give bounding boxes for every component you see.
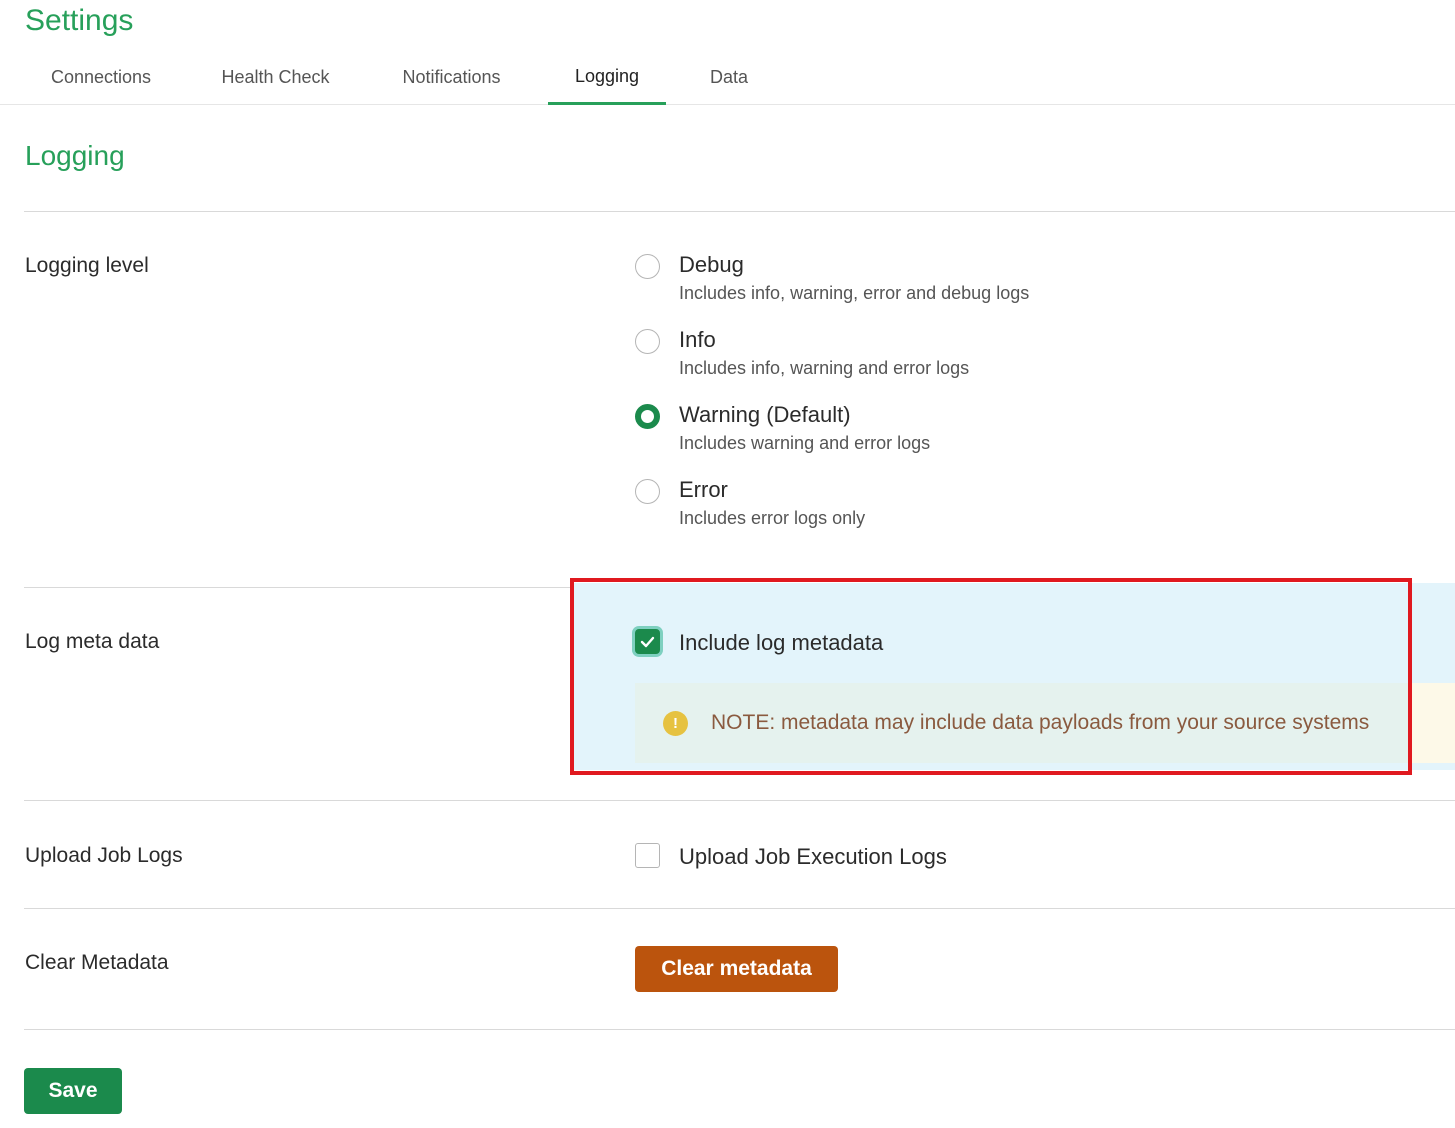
tab-connections[interactable]: Connections bbox=[25, 50, 177, 105]
upload-job-execution-logs-label[interactable]: Upload Job Execution Logs bbox=[679, 844, 947, 870]
radio-warning-description: Includes warning and error logs bbox=[679, 433, 931, 453]
radio-warning-title: Warning (Default) bbox=[679, 402, 851, 427]
radio-warning[interactable] bbox=[635, 404, 660, 429]
logging-level-label: Logging level bbox=[25, 254, 149, 277]
radio-debug-description: Includes info, warning, error and debug … bbox=[679, 283, 1030, 303]
save-button[interactable]: Save bbox=[24, 1068, 122, 1114]
radio-info[interactable] bbox=[635, 329, 660, 354]
tab-health-check[interactable]: Health Check bbox=[198, 50, 353, 105]
log-meta-label: Log meta data bbox=[25, 630, 160, 653]
page-title: Settings bbox=[25, 4, 134, 37]
radio-error[interactable] bbox=[635, 479, 660, 504]
tab-logging[interactable]: Logging bbox=[548, 50, 666, 105]
highlight-box bbox=[570, 578, 1412, 775]
section-title: Logging bbox=[25, 140, 125, 171]
radio-info-description: Includes info, warning and error logs bbox=[679, 358, 970, 378]
clear-metadata-button[interactable]: Clear metadata bbox=[635, 946, 838, 992]
settings-tabs: Connections Health Check Notifications L… bbox=[0, 50, 1455, 105]
note-overflow-fill bbox=[1409, 683, 1455, 763]
divider bbox=[24, 1029, 1455, 1030]
radio-info-title: Info bbox=[679, 327, 716, 352]
radio-error-description: Includes error logs only bbox=[679, 508, 866, 528]
divider bbox=[24, 211, 1455, 212]
radio-debug[interactable] bbox=[635, 254, 660, 279]
divider bbox=[24, 800, 1455, 801]
radio-error-title: Error bbox=[679, 477, 728, 502]
divider bbox=[24, 908, 1455, 909]
upload-job-logs-label: Upload Job Logs bbox=[25, 844, 183, 867]
tab-data[interactable]: Data bbox=[690, 50, 768, 105]
upload-job-execution-logs-checkbox[interactable] bbox=[635, 843, 660, 868]
radio-debug-title: Debug bbox=[679, 252, 744, 277]
clear-metadata-label: Clear Metadata bbox=[25, 951, 169, 974]
tab-notifications[interactable]: Notifications bbox=[376, 50, 527, 105]
